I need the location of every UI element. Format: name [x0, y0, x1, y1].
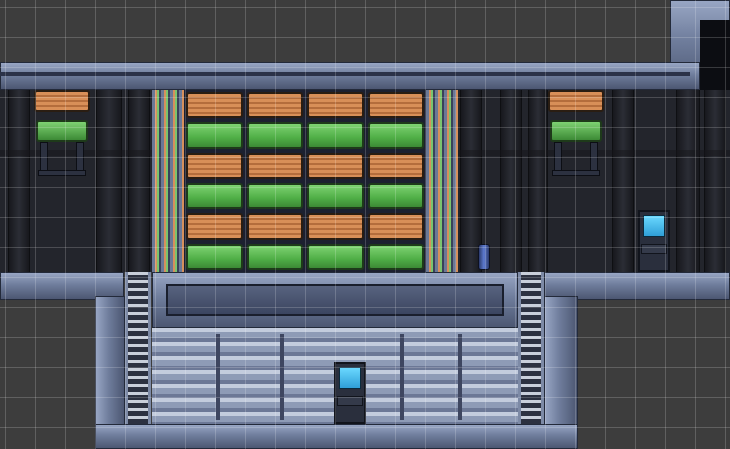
upper-wall — [0, 62, 700, 90]
orange-cargo-crate[interactable] — [246, 213, 303, 240]
terminal-screen — [339, 367, 361, 389]
green-cargo-crate[interactable] — [246, 183, 303, 210]
doorway-opening[interactable] — [700, 20, 730, 90]
level-editor-viewport[interactable] — [0, 0, 730, 449]
lower-room-floor — [95, 424, 578, 449]
tank-seam — [458, 334, 462, 420]
pillar — [500, 90, 522, 272]
cargo-shelf — [184, 90, 426, 272]
ladder-left[interactable] — [125, 272, 151, 424]
pillar — [8, 90, 30, 272]
loader-crate — [34, 90, 90, 112]
pillar — [704, 90, 726, 272]
green-cargo-crate[interactable] — [367, 243, 424, 270]
orange-cargo-crate[interactable] — [246, 152, 303, 179]
loader-crate — [548, 90, 604, 112]
green-cargo-crate[interactable] — [186, 122, 243, 149]
green-cargo-crate[interactable] — [367, 183, 424, 210]
green-cargo-crate[interactable] — [307, 183, 364, 210]
green-cargo-crate[interactable] — [307, 243, 364, 270]
orange-cargo-crate[interactable] — [186, 213, 243, 240]
terminal-screen — [643, 215, 665, 237]
green-cargo-crate[interactable] — [307, 122, 364, 149]
loader-base — [38, 170, 86, 176]
loader-crate — [550, 120, 602, 142]
empty-region-top — [0, 0, 670, 62]
tank-seam — [216, 334, 220, 420]
loader-base — [552, 170, 600, 176]
cargo-shelf-side-left — [152, 90, 184, 272]
tank-seam — [280, 334, 284, 420]
upper-wall-trim — [0, 72, 690, 76]
orange-cargo-crate[interactable] — [307, 213, 364, 240]
pillar — [528, 90, 548, 272]
observation-window — [166, 284, 504, 316]
orange-cargo-crate[interactable] — [246, 92, 303, 119]
pillar — [128, 90, 150, 272]
orange-cargo-crate[interactable] — [186, 152, 243, 179]
pillar — [676, 90, 700, 272]
green-cargo-crate[interactable] — [246, 243, 303, 270]
orange-cargo-crate[interactable] — [367, 92, 424, 119]
green-cargo-crate[interactable] — [186, 243, 243, 270]
canister[interactable] — [478, 244, 490, 270]
orange-cargo-crate[interactable] — [186, 92, 243, 119]
cargo-shelf-side-right — [426, 90, 458, 272]
orange-cargo-crate[interactable] — [307, 92, 364, 119]
empty-region-bottom-right — [578, 300, 730, 449]
cargo-loader-right[interactable] — [548, 90, 604, 180]
cargo-loader-left[interactable] — [34, 90, 90, 180]
terminal-console — [641, 244, 667, 254]
ladder-right[interactable] — [518, 272, 544, 424]
orange-cargo-crate[interactable] — [307, 152, 364, 179]
green-cargo-crate[interactable] — [186, 183, 243, 210]
terminal-console — [337, 396, 363, 406]
loader-crate — [36, 120, 88, 142]
empty-region-bottom-left — [0, 300, 95, 449]
green-cargo-crate[interactable] — [246, 122, 303, 149]
pillar — [612, 90, 634, 272]
terminal-tank-room[interactable] — [334, 362, 366, 424]
terminal-corridor[interactable] — [638, 210, 670, 272]
orange-cargo-crate[interactable] — [367, 152, 424, 179]
orange-cargo-crate[interactable] — [367, 213, 424, 240]
green-cargo-crate[interactable] — [367, 122, 424, 149]
pillar — [96, 90, 122, 272]
tank-seam — [400, 334, 404, 420]
